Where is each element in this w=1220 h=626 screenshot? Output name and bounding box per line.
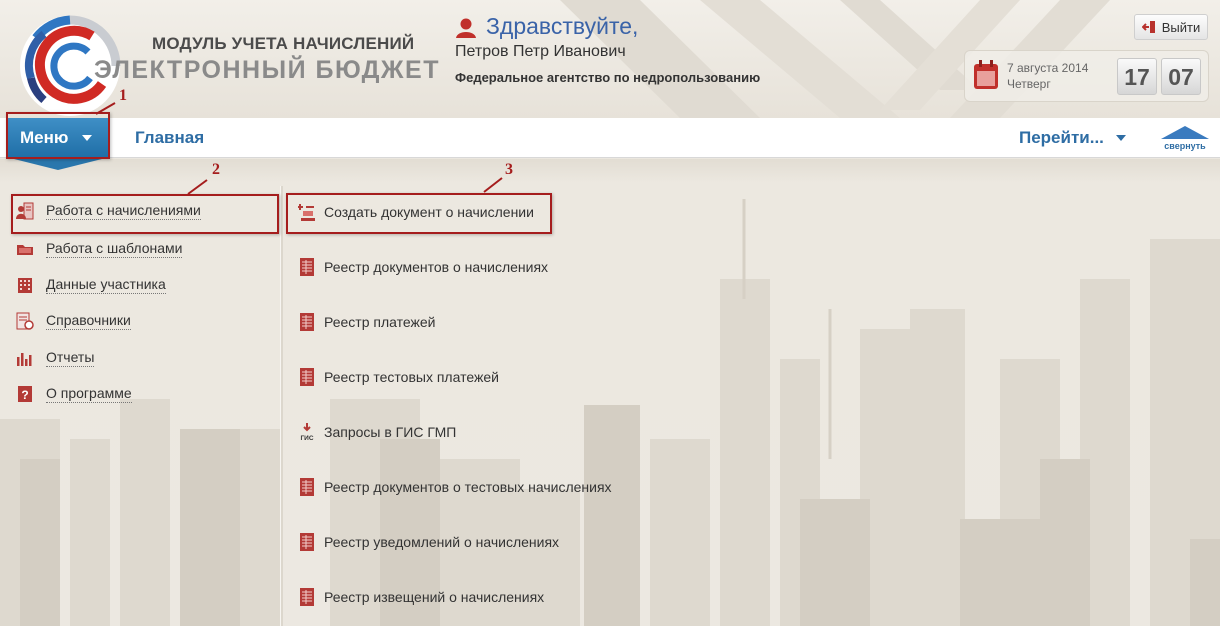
- register-icon: [300, 533, 314, 551]
- sidebar-item-reports[interactable]: Отчеты: [16, 345, 95, 371]
- register-icon: [300, 258, 314, 276]
- menu-item-label: Реестр документов о начислениях: [324, 259, 549, 275]
- menu-button-pointer: [10, 158, 106, 170]
- greeting: Здравствуйте,: [486, 13, 639, 39]
- sidebar-item-about[interactable]: ? О программе: [16, 381, 132, 407]
- calendar-icon: [974, 60, 998, 89]
- gis-download-icon: ГИС: [300, 423, 314, 442]
- sidebar-item-accruals[interactable]: Работа с начислениями: [16, 198, 201, 224]
- annotation-number-3: 3: [505, 161, 513, 178]
- annotation-number-1: 1: [119, 87, 127, 104]
- register-icon: [300, 588, 314, 606]
- annotation-number-2: 2: [212, 161, 220, 178]
- brand-title: МОДУЛЬ УЧЕТА НАЧИСЛЕНИЙ: [152, 34, 415, 53]
- menu-item-gis-requests[interactable]: ГИС Запросы в ГИС ГМП: [298, 419, 456, 445]
- menu-item-label: Реестр платежей: [324, 314, 436, 330]
- panel-divider: [280, 186, 283, 626]
- chevron-down-icon: [1115, 135, 1126, 141]
- menu-item-label: Реестр тестовых платежей: [324, 369, 499, 385]
- goto-label: Перейти...: [1019, 128, 1104, 147]
- sidebar-item-label: О программе: [46, 385, 132, 403]
- menu-item-notice-register[interactable]: Реестр извещений о начислениях: [298, 584, 544, 610]
- sidebar-item-label: Работа с шаблонами: [46, 240, 183, 258]
- home-link[interactable]: Главная: [135, 128, 204, 148]
- person-document-icon: [16, 202, 34, 220]
- content-background: [0, 159, 1220, 626]
- clock-hours: 17: [1117, 58, 1157, 95]
- sidebar-item-label: Отчеты: [46, 349, 95, 367]
- collapse-label: свернуть: [1164, 141, 1206, 151]
- sidebar-item-label: Справочники: [46, 312, 131, 330]
- folder-icon: [17, 245, 33, 255]
- sidebar-item-templates[interactable]: Работа с шаблонами: [16, 236, 183, 262]
- clock-panel: 7 августа 2014 Четверг 17 07: [964, 50, 1209, 102]
- register-icon: [300, 313, 314, 331]
- menu-item-test-accrual-register[interactable]: Реестр документов о тестовых начислениях: [298, 474, 612, 500]
- header: МОДУЛЬ УЧЕТА НАЧИСЛЕНИЙ ЭЛЕКТРОННЫЙ БЮДЖ…: [0, 0, 1220, 118]
- chevron-down-icon: [82, 135, 93, 141]
- menu-button[interactable]: Меню: [8, 118, 108, 158]
- sidebar-item-label: Данные участника: [46, 276, 166, 294]
- clock-minutes: 07: [1161, 58, 1201, 95]
- menu-item-payment-register[interactable]: Реестр платежей: [298, 309, 435, 335]
- sidebar-item-label: Работа с начислениями: [46, 202, 201, 220]
- menu-item-label: Запросы в ГИС ГМП: [324, 424, 457, 440]
- menu-item-label: Реестр извещений о начислениях: [324, 589, 545, 605]
- goto-dropdown[interactable]: Перейти...: [1019, 128, 1126, 148]
- menu-label: Меню: [20, 128, 69, 147]
- register-icon: [300, 478, 314, 496]
- logout-icon: [1141, 21, 1155, 33]
- logout-button[interactable]: Выйти: [1134, 14, 1208, 40]
- collapse-button[interactable]: свернуть: [1160, 126, 1210, 154]
- menu-item-notification-register[interactable]: Реестр уведомлений о начислениях: [298, 529, 559, 555]
- city-skyline-decoration: [0, 199, 1220, 626]
- question-icon: ?: [18, 386, 32, 402]
- register-icon: [300, 368, 314, 386]
- menu-item-label: Реестр уведомлений о начислениях: [324, 534, 560, 550]
- collapse-icon: [1161, 126, 1209, 139]
- user-icon: [456, 18, 476, 38]
- menu-item-create-document[interactable]: Создать документ о начислении: [298, 199, 534, 225]
- menu-item-accrual-register[interactable]: Реестр документов о начислениях: [298, 254, 548, 280]
- reference-book-icon: [16, 312, 34, 330]
- brand-subtitle: ЭЛЕКТРОННЫЙ БЮДЖЕТ: [94, 56, 440, 84]
- user-name: Петров Петр Иванович: [455, 43, 626, 60]
- building-icon: [18, 278, 32, 293]
- bar-chart-icon: [17, 353, 32, 366]
- menu-item-label: Реестр документов о тестовых начислениях: [324, 479, 612, 495]
- date-label: 7 августа 2014: [1007, 61, 1089, 75]
- sidebar-item-participant[interactable]: Данные участника: [16, 272, 166, 298]
- sidebar-item-references[interactable]: Справочники: [16, 308, 131, 334]
- logout-label: Выйти: [1161, 19, 1201, 35]
- menu-item-label: Создать документ о начислении: [324, 204, 534, 220]
- menu-item-test-payment-register[interactable]: Реестр тестовых платежей: [298, 364, 499, 390]
- weekday-label: Четверг: [1007, 77, 1051, 91]
- navbar: Меню Главная Перейти... свернуть: [0, 118, 1220, 158]
- create-document-icon: [298, 204, 315, 221]
- gis-icon-text: ГИС: [300, 435, 313, 442]
- organization-name: Федеральное агентство по недропользовани…: [455, 70, 761, 85]
- svg-text:?: ?: [21, 388, 28, 402]
